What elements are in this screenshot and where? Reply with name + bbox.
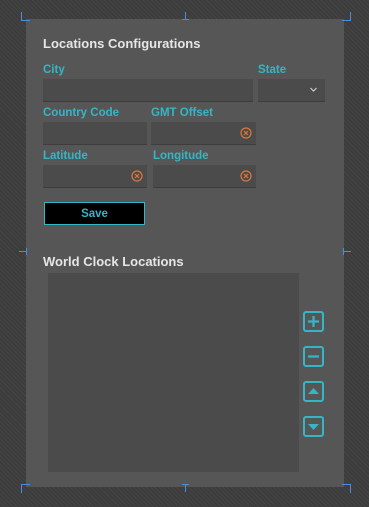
latitude-label: Latitude — [43, 150, 88, 162]
latitude-input[interactable] — [43, 165, 147, 188]
selection-handle-right-bar — [343, 248, 344, 255]
selection-corner-bottom-right — [342, 484, 351, 493]
locations-config-title: Locations Configurations — [43, 36, 201, 51]
world-clock-list[interactable] — [48, 273, 299, 472]
selection-handle-left-bar — [26, 248, 27, 255]
selection-handle-right[interactable] — [343, 251, 351, 252]
clear-icon[interactable] — [131, 170, 143, 182]
country-code-input[interactable] — [43, 122, 147, 145]
clear-icon[interactable] — [240, 170, 252, 182]
clear-icon[interactable] — [240, 127, 252, 139]
selection-handle-bottom[interactable] — [185, 484, 186, 492]
move-down-button[interactable] — [303, 416, 324, 437]
city-label: City — [43, 64, 65, 76]
selection-handle-top-bar — [182, 19, 189, 20]
selection-handle-bottom-bar — [182, 484, 189, 485]
state-select[interactable] — [258, 79, 325, 102]
move-up-button[interactable] — [303, 381, 324, 402]
chevron-down-icon — [310, 87, 317, 92]
longitude-input[interactable] — [153, 165, 256, 188]
selection-corner-top-right — [342, 12, 351, 21]
add-location-button[interactable] — [303, 311, 324, 332]
city-input[interactable] — [43, 79, 253, 102]
world-clock-title: World Clock Locations — [43, 254, 184, 269]
save-button[interactable]: Save — [44, 202, 145, 225]
longitude-label: Longitude — [153, 150, 209, 162]
state-label: State — [258, 64, 287, 76]
country-code-label: Country Code — [43, 107, 120, 119]
remove-location-button[interactable] — [303, 346, 324, 367]
selection-corner-top-left — [21, 12, 30, 21]
gmt-offset-input[interactable] — [151, 122, 256, 145]
selection-corner-bottom-left — [21, 484, 30, 493]
gmt-offset-label: GMT Offset — [151, 107, 213, 119]
